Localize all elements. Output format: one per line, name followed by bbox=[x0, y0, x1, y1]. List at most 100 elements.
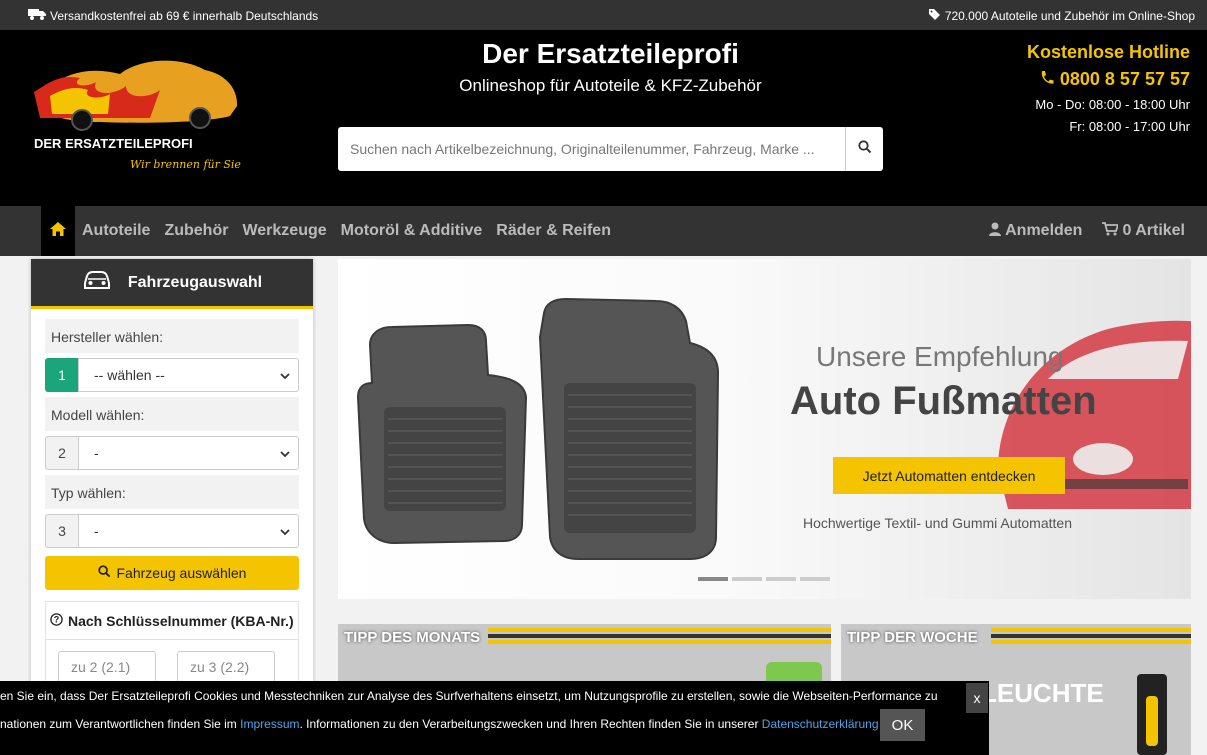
hero-kicker: Unsere Empfehlung bbox=[816, 341, 1064, 372]
nav-item-zubehoer[interactable]: Zubehör bbox=[164, 222, 228, 240]
step-badge-1: 1 bbox=[45, 358, 78, 392]
type-label: Typ wählen: bbox=[45, 475, 299, 509]
chevron-down-icon bbox=[280, 367, 290, 383]
hotline-title: Kostenlose Hotline bbox=[1026, 42, 1190, 62]
logo-text: DER ERSATZTEILEPROFI bbox=[34, 136, 193, 151]
stripe bbox=[488, 628, 831, 632]
logo-slogan: Wir brennen für Sie. bbox=[130, 158, 242, 171]
vehicle-selector-header: Fahrzeugauswahl bbox=[31, 259, 313, 309]
chevron-down-icon bbox=[280, 523, 290, 539]
step-badge-2: 2 bbox=[45, 436, 78, 470]
tag-icon bbox=[928, 8, 941, 24]
site-logo[interactable]: DER ERSATZTEILEPROFI Wir brennen für Sie… bbox=[30, 52, 244, 182]
kba-field-2[interactable]: zu 3 (2.2) bbox=[177, 651, 275, 683]
step-badge-3: 3 bbox=[45, 514, 78, 548]
floor-mats-image bbox=[356, 297, 720, 560]
login-link[interactable]: Anmelden bbox=[989, 222, 1082, 241]
cart-icon bbox=[1102, 221, 1120, 241]
tip-of-month-title: TIPP DES MONATS bbox=[344, 629, 481, 646]
catalog-text: 720.000 Autoteile und Zubehör im Online-… bbox=[944, 9, 1195, 23]
type-select[interactable]: 3 - bbox=[45, 514, 299, 548]
nav-items: Autoteile Zubehör Werkzeuge Motoröl & Ad… bbox=[82, 206, 611, 256]
question-circle-icon[interactable]: ? bbox=[50, 612, 63, 629]
vehicle-selector-title: Fahrzeugauswahl bbox=[127, 273, 263, 291]
catalog-info: 720.000 Autoteile und Zubehör im Online-… bbox=[928, 8, 1195, 24]
nav-item-raeder-reifen[interactable]: Räder & Reifen bbox=[496, 222, 611, 240]
model-label: Modell wählen: bbox=[45, 397, 299, 431]
hero-tagline: Hochwertige Textil- und Gummi Automatten bbox=[803, 515, 1072, 531]
search-bar bbox=[338, 127, 883, 171]
select-vehicle-label: Fahrzeug auswählen bbox=[116, 565, 247, 581]
hero-headline: Auto Fußmatten bbox=[790, 379, 1097, 423]
site-title: Der Ersatzteileprofi bbox=[482, 38, 739, 69]
hero-cta-button[interactable]: Jetzt Automatten entdecken bbox=[833, 457, 1065, 494]
nav-item-werkzeuge[interactable]: Werkzeuge bbox=[242, 222, 326, 240]
hours-weekday: Mo - Do: 08:00 - 18:00 Uhr bbox=[1035, 97, 1190, 112]
hotline-number: 0800 8 57 57 57 bbox=[1059, 69, 1190, 89]
cookie-text-line-2: nationen zum Verantwortlichen finden Sie… bbox=[0, 717, 879, 731]
site-header: DER ERSATZTEILEPROFI Wir brennen für Sie… bbox=[0, 30, 1207, 206]
cookie-banner: en Sie ein, dass Der Ersatzteileprofi Co… bbox=[0, 681, 989, 755]
site-subtitle: Onlineshop für Autoteile & KFZ-Zubehör bbox=[459, 76, 762, 95]
truck-icon bbox=[28, 8, 46, 23]
privacy-link[interactable]: Datenschutzerklärung bbox=[762, 717, 879, 731]
stripe bbox=[488, 634, 831, 638]
search-button[interactable] bbox=[845, 127, 883, 171]
manufacturer-label: Hersteller wählen: bbox=[45, 319, 299, 353]
select-vehicle-button[interactable]: Fahrzeug auswählen bbox=[45, 556, 299, 590]
stripe bbox=[991, 640, 1191, 644]
type-value: - bbox=[94, 523, 99, 539]
slider-dot-3[interactable] bbox=[766, 577, 796, 581]
nav-home[interactable] bbox=[41, 206, 75, 256]
model-select[interactable]: 2 - bbox=[45, 436, 299, 470]
cookie-text-line-1: en Sie ein, dass Der Ersatzteileprofi Co… bbox=[0, 689, 938, 703]
search-input[interactable] bbox=[338, 127, 845, 171]
hero-banner[interactable]: Unsere Empfehlung Auto Fußmatten Jetzt A… bbox=[338, 259, 1191, 599]
nav-item-motoroel[interactable]: Motoröl & Additive bbox=[341, 222, 483, 240]
phone-icon bbox=[1040, 69, 1054, 90]
stripe bbox=[991, 628, 1191, 632]
shipping-info: Versandkostenfrei ab 69 € innerhalb Deut… bbox=[28, 8, 318, 23]
slider-dots bbox=[698, 577, 830, 581]
slider-dot-2[interactable] bbox=[732, 577, 762, 581]
impressum-link[interactable]: Impressum bbox=[240, 717, 299, 731]
cart-label: 0 Artikel bbox=[1122, 222, 1185, 239]
product-image bbox=[1137, 674, 1167, 755]
slider-dot-4[interactable] bbox=[800, 577, 830, 581]
cookie-close-button[interactable]: x bbox=[966, 683, 988, 713]
top-info-bar: Versandkostenfrei ab 69 € innerhalb Deut… bbox=[0, 0, 1207, 30]
search-icon bbox=[97, 565, 111, 581]
kba-field-1[interactable]: zu 2 (2.1) bbox=[58, 651, 156, 683]
search-icon bbox=[857, 139, 872, 159]
cookie-text-mid: . Informationen zu den Verarbeitungszwec… bbox=[299, 717, 762, 731]
hotline-block: Kostenlose Hotline 0800 8 57 57 57 Mo - … bbox=[1027, 42, 1190, 134]
model-select-box[interactable]: - bbox=[78, 436, 299, 470]
car-icon bbox=[82, 269, 112, 296]
cart-link[interactable]: 0 Artikel bbox=[1102, 221, 1185, 241]
manufacturer-value: -- wählen -- bbox=[94, 367, 165, 383]
svg-text:?: ? bbox=[54, 614, 60, 624]
cookie-ok-button[interactable]: OK bbox=[880, 709, 925, 741]
chevron-down-icon bbox=[280, 445, 290, 461]
cookie-text-pre: nationen zum Verantwortlichen finden Sie… bbox=[0, 717, 241, 731]
model-value: - bbox=[94, 445, 99, 461]
stripe bbox=[991, 634, 1191, 638]
manufacturer-select[interactable]: 1 -- wählen -- bbox=[45, 358, 299, 392]
nav-item-autoteile[interactable]: Autoteile bbox=[82, 222, 150, 240]
login-label: Anmelden bbox=[1005, 222, 1083, 239]
tip-of-week-title: TIPP DER WOCHE bbox=[847, 629, 978, 646]
hours-friday: Fr: 08:00 - 17:00 Uhr bbox=[1069, 119, 1190, 134]
home-icon bbox=[50, 221, 66, 241]
kba-title-row: ? Nach Schlüsselnummer (KBA-Nr.) bbox=[46, 602, 298, 640]
hotline-phone[interactable]: 0800 8 57 57 57 bbox=[1027, 69, 1190, 90]
type-select-box[interactable]: - bbox=[78, 514, 299, 548]
kba-title: Nach Schlüsselnummer (KBA-Nr.) bbox=[68, 612, 294, 629]
slider-dot-1[interactable] bbox=[698, 577, 728, 581]
shipping-text: Versandkostenfrei ab 69 € innerhalb Deut… bbox=[50, 8, 319, 23]
main-nav: Autoteile Zubehör Werkzeuge Motoröl & Ad… bbox=[0, 206, 1207, 256]
lamp-highlight bbox=[1146, 696, 1158, 746]
tip-of-week-overlay: LEUCHTE bbox=[981, 678, 1104, 708]
user-icon bbox=[989, 222, 1002, 241]
manufacturer-select-box[interactable]: -- wählen -- bbox=[78, 358, 299, 392]
stripe bbox=[488, 640, 831, 644]
